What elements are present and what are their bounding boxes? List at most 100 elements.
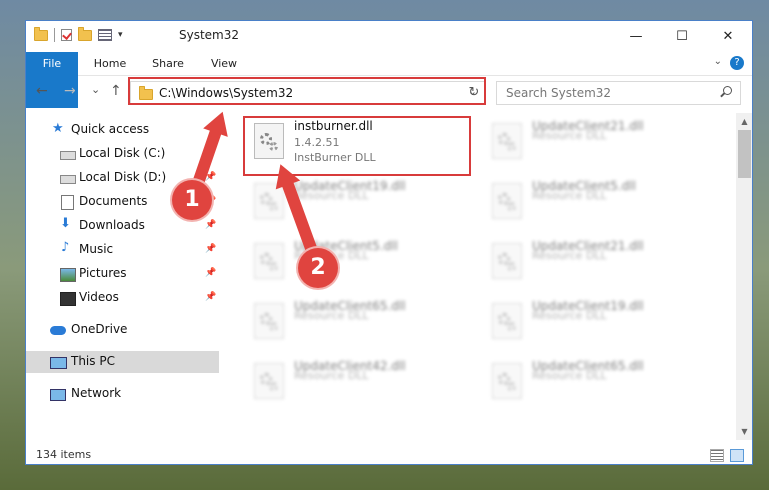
window-title: System32 [179, 28, 240, 42]
title-bar: ▾ System32 — ☐ ✕ [26, 21, 752, 52]
dll-file-icon [492, 123, 522, 159]
close-button[interactable]: ✕ [705, 21, 751, 52]
file-description: Resource DLL [532, 369, 607, 382]
download-icon: ⬇ [60, 216, 71, 231]
scroll-up-icon[interactable]: ▲ [736, 113, 752, 130]
file-description: Resource DLL [532, 189, 607, 202]
back-button[interactable]: ← [36, 83, 48, 99]
new-folder-icon[interactable] [78, 26, 92, 41]
ribbon: File Home Share View ⌄ ? [26, 52, 752, 108]
explorer-window: ▾ System32 — ☐ ✕ File Home Share View ⌄ … [25, 20, 753, 465]
file-description: Resource DLL [532, 249, 607, 262]
dll-file-icon [492, 363, 522, 399]
video-icon [60, 292, 76, 306]
file-item[interactable]: UpdateClient65.dll Resource DLL [246, 295, 466, 351]
document-icon [61, 195, 74, 210]
file-item[interactable]: UpdateClient21.dll Resource DLL [484, 235, 704, 291]
sidebar-item-pictures[interactable]: Pictures 📌 [26, 263, 219, 285]
dll-file-icon [492, 243, 522, 279]
address-path[interactable]: C:\Windows\System32 [159, 86, 293, 100]
file-item[interactable]: UpdateClient42.dll Resource DLL [246, 355, 466, 411]
sidebar-item-quick-access[interactable]: ★ Quick access [26, 119, 219, 141]
item-count: 134 items [36, 448, 92, 461]
file-description: Resource DLL [532, 129, 607, 142]
sidebar-item-label: Local Disk (D:) [79, 170, 167, 184]
search-placeholder: Search System32 [506, 86, 612, 100]
sidebar-item-label: Pictures [79, 266, 127, 280]
tiles-view-icon[interactable] [730, 449, 744, 462]
file-description: InstBurner DLL [294, 151, 376, 164]
file-version: 1.4.2.51 [294, 136, 340, 149]
sidebar-item-label: Downloads [79, 218, 145, 232]
sidebar-item-label: Local Disk (C:) [79, 146, 166, 160]
pin-icon[interactable]: 📌 [205, 268, 216, 278]
dll-file-icon [254, 303, 284, 339]
properties-icon[interactable] [61, 29, 72, 41]
help-icon[interactable]: ? [730, 56, 744, 70]
sidebar-item-local-disk-c[interactable]: Local Disk (C:) 📌 [26, 143, 219, 165]
minimize-button[interactable]: — [613, 21, 659, 52]
computer-icon [50, 357, 67, 369]
file-item[interactable]: UpdateClient65.dll Resource DLL [484, 355, 704, 411]
folder-icon [139, 86, 153, 100]
drive-icon [60, 175, 76, 184]
drive-icon [60, 151, 76, 160]
navigation-pane: ★ Quick access Local Disk (C:) 📌 Local D… [26, 113, 219, 438]
maximize-button[interactable]: ☐ [659, 21, 705, 52]
recent-locations-button[interactable]: ⌄ [91, 83, 100, 96]
status-bar: 134 items [26, 446, 752, 464]
folder-icon[interactable] [34, 26, 48, 41]
file-description: Resource DLL [294, 369, 369, 382]
sidebar-item-label: This PC [71, 354, 115, 368]
dll-file-icon [254, 243, 284, 279]
tab-view[interactable]: View [202, 52, 246, 75]
file-description: Resource DLL [532, 309, 607, 322]
customize-toolbar-icon[interactable] [98, 29, 112, 41]
pin-icon[interactable]: 📌 [205, 244, 216, 254]
quick-access-toolbar: ▾ [34, 26, 123, 42]
step-2-badge: 2 [298, 248, 338, 288]
sidebar-item-this-pc[interactable]: This PC [26, 351, 219, 373]
pin-icon[interactable]: 📌 [205, 292, 216, 302]
file-description: Resource DLL [294, 189, 369, 202]
network-icon [50, 389, 66, 401]
navigation-bar: ← → ⌄ ↑ C:\Windows\System32 ⌄ ↻ Search S… [26, 77, 752, 109]
sidebar-item-videos[interactable]: Videos 📌 [26, 287, 219, 309]
pin-icon[interactable]: 📌 [205, 220, 216, 230]
sidebar-item-label: Documents [79, 194, 148, 208]
star-icon: ★ [52, 121, 64, 136]
scroll-down-icon[interactable]: ▼ [736, 423, 752, 440]
tab-share[interactable]: Share [146, 52, 190, 75]
file-name: instburner.dll [294, 119, 373, 133]
sidebar-item-onedrive[interactable]: OneDrive [26, 319, 219, 341]
pictures-icon [60, 268, 76, 282]
refresh-button[interactable]: ↻ [463, 81, 486, 105]
dll-file-icon [254, 123, 284, 159]
tab-home[interactable]: Home [88, 52, 132, 75]
search-input[interactable]: Search System32 [496, 81, 741, 105]
step-1-badge: 1 [172, 180, 212, 220]
sidebar-item-label: Videos [79, 290, 119, 304]
scroll-thumb[interactable] [738, 130, 751, 178]
separator [54, 28, 55, 42]
dll-file-icon [492, 303, 522, 339]
up-button[interactable]: ↑ [110, 83, 122, 99]
sidebar-item-music[interactable]: ♪ Music 📌 [26, 239, 219, 261]
dll-file-icon [254, 363, 284, 399]
cloud-icon [50, 326, 66, 335]
address-bar[interactable]: C:\Windows\System32 ⌄ [130, 81, 486, 105]
toolbar-dropdown-icon[interactable]: ▾ [118, 30, 123, 40]
dll-file-icon [254, 183, 284, 219]
sidebar-item-network[interactable]: Network [26, 383, 219, 405]
file-item[interactable]: UpdateClient5.dll Resource DLL [484, 175, 704, 231]
vertical-scrollbar[interactable]: ▲ ▼ [736, 113, 752, 440]
file-item[interactable]: UpdateClient5.dll Resource DLL [246, 235, 466, 291]
details-view-icon[interactable] [710, 449, 724, 462]
file-item-instburner[interactable]: instburner.dll 1.4.2.51 InstBurner DLL [246, 115, 466, 171]
forward-button[interactable]: → [64, 83, 76, 99]
search-icon[interactable] [723, 86, 732, 95]
expand-ribbon-icon[interactable]: ⌄ [714, 56, 722, 67]
file-item[interactable]: UpdateClient19.dll Resource DLL [484, 295, 704, 351]
sidebar-item-label: Music [79, 242, 114, 256]
file-item[interactable]: UpdateClient21.dll Resource DLL [484, 115, 704, 171]
